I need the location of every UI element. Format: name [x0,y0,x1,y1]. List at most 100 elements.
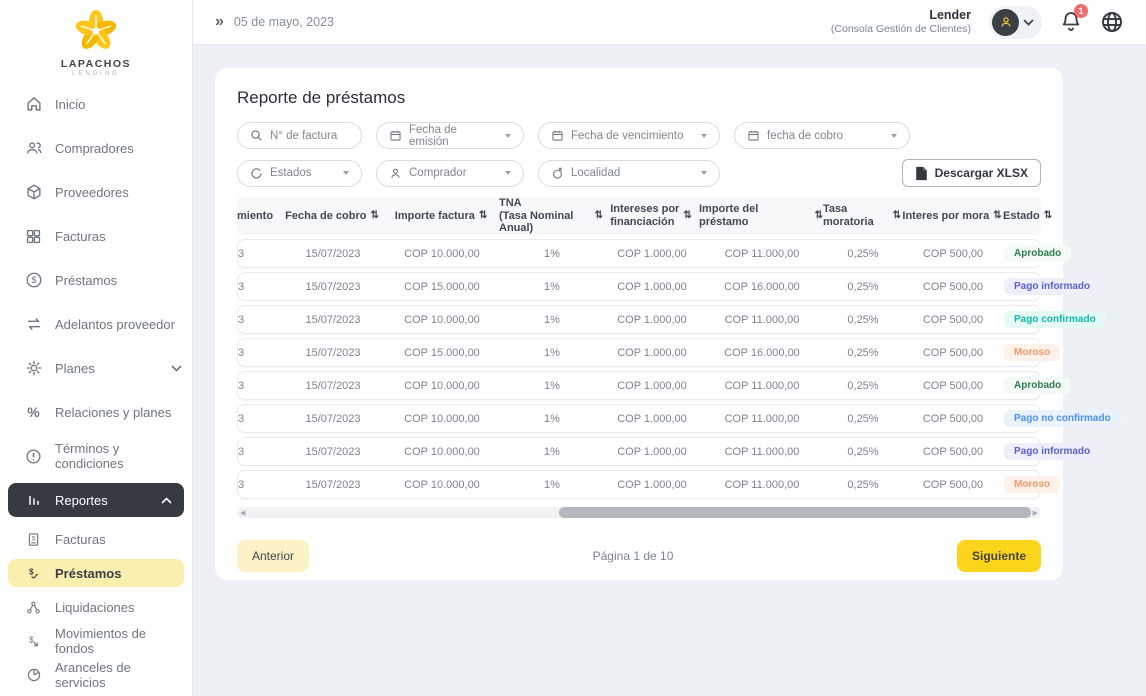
caret-down-icon [505,133,511,138]
sort-icon[interactable]: ⇅ [1044,210,1052,222]
col-interes-mora[interactable]: Interes por mora ⇅ [901,210,1003,223]
cell-importe-factura: COP 10.000,00 [404,379,480,392]
scrollbar-thumb[interactable] [558,507,1032,518]
horizontal-scrollbar[interactable]: ◀ ▶ [237,507,1041,518]
cell-fecha-cobro: 15/07/2023 [305,379,361,392]
cell-fecha-cobro: 15/07/2023 [305,280,361,293]
next-page-button[interactable]: Siguiente [956,540,1041,572]
col-tasa-moratoria[interactable]: Tasa moratoria ⇅ [823,203,901,228]
grid-icon [24,227,43,246]
table-row[interactable]: 3 15/07/2023 COP 10.000,00 1% COP 1.000,… [237,305,1106,334]
cell-tasa-moratoria: 0,25% [847,445,879,458]
col-fecha-vencimiento-clipped[interactable]: miento [237,210,281,223]
buyer-filter[interactable]: Comprador [376,159,524,187]
cell-importe-factura: COP 10.000,00 [404,313,480,326]
sort-icon[interactable]: ⇅ [993,210,1001,222]
col-importe-prestamo[interactable]: Importe del préstamo ⇅ [699,203,823,228]
sort-icon[interactable]: ⇅ [893,210,901,222]
sidebar-item-adelantos-proveedor[interactable]: Adelantos proveedor [0,302,192,346]
flower-logo-icon [75,10,117,49]
sidebar-item-terminos-y-condiciones[interactable]: Términos y condiciones [0,434,192,478]
sidebar-item-compradores[interactable]: Compradores [0,126,192,170]
download-xlsx-button[interactable]: Descargar XLSX [901,159,1041,187]
calendar-icon [389,129,402,142]
col-tna[interactable]: TNA (Tasa Nominal Anual) ⇅ [499,197,603,235]
cell-interes-mora: COP 500,00 [922,412,984,425]
sidebar-subitem-liquidaciones[interactable]: Liquidaciones [0,590,192,624]
sort-icon[interactable]: ⇅ [479,210,487,222]
table-row[interactable]: 3 15/07/2023 COP 15.000,00 1% COP 1.000,… [237,272,1101,301]
due-date-filter[interactable]: Fecha de vencimiento [538,122,720,149]
locality-filter[interactable]: Localidad [538,159,720,187]
sidebar-item-proveedores[interactable]: Proveedores [0,170,192,214]
language-globe-button[interactable] [1100,10,1124,34]
status-badge: Aprobado [1004,245,1072,262]
cell-fecha-vencimiento-clipped: 3 [238,412,245,425]
calendar-icon [747,129,760,142]
cell-interes-mora: COP 500,00 [922,247,984,260]
sort-icon[interactable]: ⇅ [815,210,823,222]
cell-importe-factura: COP 10.000,00 [404,247,480,260]
cell-estado: Pago no confirmado [1004,410,1121,427]
states-filter[interactable]: Estados [237,159,362,187]
svg-text:$: $ [31,275,36,285]
sidebar-collapse-icon[interactable]: » [215,13,224,31]
pie-chart-icon [24,666,43,685]
cell-interes-mora: COP 500,00 [922,445,984,458]
sidebar-subitem-aranceles-de-servicios[interactable]: Aranceles de servicios [0,658,192,692]
cell-fecha-cobro: 15/07/2023 [305,346,361,359]
caret-down-icon [891,133,897,138]
sidebar-subitem-prestamos[interactable]: $ Préstamos [8,559,184,587]
previous-page-button[interactable]: Anterior [237,540,310,572]
cell-tasa-moratoria: 0,25% [847,346,879,359]
cell-interes-mora: COP 500,00 [922,346,984,359]
emission-date-filter[interactable]: Fecha de emisión [376,122,524,149]
cell-importe-factura: COP 10.000,00 [404,478,480,491]
sidebar-item-reportes[interactable]: Reportes [8,483,184,517]
status-badge: Pago no confirmado [1004,410,1121,427]
loans-table: miento Fecha de cobro ⇅ Importe factura ⇅ … [237,197,1121,518]
sort-icon[interactable]: ⇅ [595,210,603,222]
col-importe-factura[interactable]: Importe factura ⇅ [383,210,499,223]
sidebar-item-facturas[interactable]: Facturas [0,214,192,258]
sort-icon[interactable]: ⇅ [683,210,691,222]
col-fecha-cobro[interactable]: Fecha de cobro ⇅ [281,210,383,223]
col-intereses-financiacion[interactable]: Intereses por financiación ⇅ [603,203,699,228]
table-row[interactable]: 3 15/07/2023 COP 10.000,00 1% COP 1.000,… [237,404,1121,433]
table-row[interactable]: 3 15/07/2023 COP 10.000,00 1% COP 1.000,… [237,437,1101,466]
cell-fecha-vencimiento-clipped: 3 [238,445,245,458]
sidebar-item-label: Términos y condiciones [55,441,124,471]
cell-estado: Moroso [1004,344,1061,361]
sidebar-item-relaciones-y-planes[interactable]: % Relaciones y planes [0,390,192,434]
status-circle-icon [250,167,263,180]
user-menu-button[interactable] [989,5,1042,39]
cell-importe-prestamo: COP 11.000,00 [724,313,800,326]
table-body: 3 15/07/2023 COP 10.000,00 1% COP 1.000,… [237,239,1121,499]
sidebar-item-inicio[interactable]: Inicio [0,82,192,126]
scroll-right-icon[interactable]: ▶ [1033,507,1038,518]
page-title: Reporte de préstamos [237,88,406,107]
sort-icon[interactable]: ⇅ [370,210,378,222]
money-movement-icon: $ [24,632,43,651]
table-row[interactable]: 3 15/07/2023 COP 10.000,00 1% COP 1.000,… [237,371,1072,400]
collection-date-filter[interactable]: fecha de cobro [734,122,910,149]
caret-down-icon [701,171,707,175]
cube-icon [24,183,43,202]
sidebar-item-prestamos[interactable]: $ Préstamos [0,258,192,302]
sidebar-item-planes[interactable]: Planes [0,346,192,390]
cell-importe-factura: COP 10.000,00 [404,412,480,425]
sidebar-subitem-facturas[interactable]: $ Facturas [0,522,192,556]
cell-tasa-moratoria: 0,25% [847,379,879,392]
cell-intereses-financiacion: COP 1.000,00 [617,247,687,260]
user-info: Lender (Consola Gestión de Clientes) [831,8,971,37]
sidebar-subitem-movimientos-de-fondos[interactable]: $ Movimientos de fondos [0,624,192,658]
cell-importe-prestamo: COP 11.000,00 [724,445,800,458]
invoice-number-filter[interactable]: N° de factura [237,122,362,149]
table-row[interactable]: 3 15/07/2023 COP 10.000,00 1% COP 1.000,… [237,239,1072,268]
col-estado[interactable]: Estado ⇅ [1003,210,1052,223]
table-row[interactable]: 3 15/07/2023 COP 15.000,00 1% COP 1.000,… [237,338,1061,367]
notifications-button[interactable]: 1 [1060,4,1088,34]
scroll-left-icon[interactable]: ◀ [240,507,245,518]
table-row[interactable]: 3 15/07/2023 COP 10.000,00 1% COP 1.000,… [237,470,1061,499]
cell-estado: Pago informado [1004,278,1101,295]
